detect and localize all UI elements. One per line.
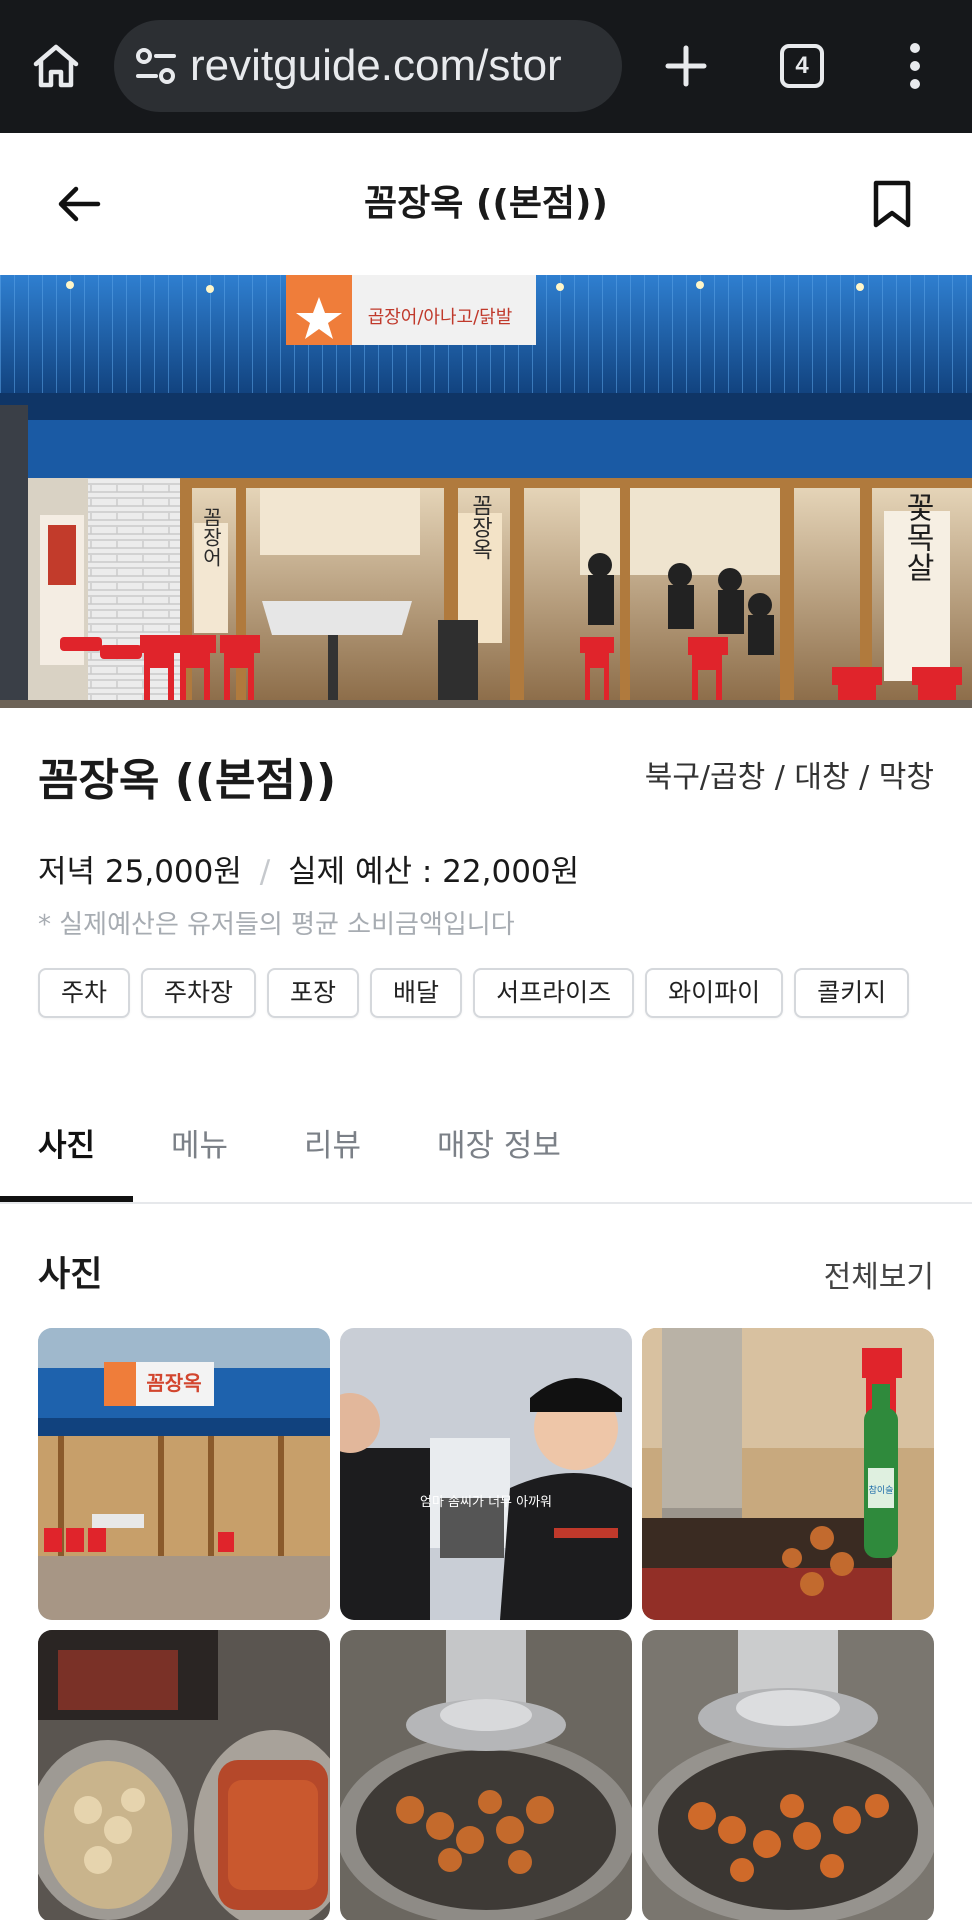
- tab-count: 4: [795, 52, 809, 79]
- section-tabs: 사진 메뉴 리뷰 매장 정보: [0, 1104, 972, 1204]
- store-name: 꼼장옥 ((본점)): [38, 755, 337, 806]
- photo-thumbnail[interactable]: 참이슬: [642, 1328, 934, 1620]
- photo-thumbnail[interactable]: [340, 1630, 632, 1920]
- address-bar[interactable]: revitguide.com/stor: [114, 20, 622, 112]
- price-info: 저녁 25,000원 / 실제 예산 : 22,000원: [38, 846, 579, 891]
- door-text-center: 꼼장옥: [468, 494, 493, 560]
- price-separator: /: [259, 854, 271, 890]
- tag-corkage[interactable]: 콜키지: [794, 968, 910, 1018]
- tag-surprise[interactable]: 서프라이즈: [473, 968, 635, 1018]
- door-text-right: 꽃목살: [900, 492, 935, 582]
- budget-value: 22,000원: [442, 854, 580, 890]
- tab-photos[interactable]: 사진: [38, 1104, 95, 1204]
- photo-thumbnail[interactable]: [38, 1630, 330, 1920]
- thumb-caption: 엄마 솜씨가 너무 아까워: [420, 1495, 552, 1510]
- photos-section-title: 사진: [38, 1255, 103, 1295]
- budget-note: * 실제예산은 유저들의 평균 소비금액입니다: [38, 910, 515, 940]
- photo-thumbnail[interactable]: [642, 1630, 934, 1920]
- thumb-sign-text: 꼼장옥: [146, 1371, 201, 1395]
- tag-parking[interactable]: 주차: [38, 968, 131, 1018]
- app-header: 꼼장옥 ((본점)): [0, 133, 972, 275]
- more-vert-icon[interactable]: [904, 40, 926, 92]
- view-all-link[interactable]: 전체보기: [824, 1252, 934, 1296]
- tab-reviews[interactable]: 리뷰: [304, 1104, 361, 1204]
- soju-label: 참이슬: [869, 1485, 894, 1496]
- feature-tags: 주차 주차장 포장 배달 서프라이즈 와이파이 콜키지: [38, 968, 910, 1018]
- store-hero-image: 곱장어/아나고/닭발 꼼장어 꼼장옥 꽃목살: [0, 275, 972, 708]
- tag-wifi[interactable]: 와이파이: [645, 968, 784, 1018]
- tab-switcher-icon[interactable]: 4: [780, 44, 824, 88]
- active-tab-indicator: [0, 1196, 133, 1202]
- back-arrow-icon[interactable]: [56, 181, 102, 227]
- home-icon[interactable]: [30, 40, 82, 92]
- tag-takeout[interactable]: 포장: [267, 968, 360, 1018]
- photo-thumbnail[interactable]: 꼼장옥: [38, 1328, 330, 1620]
- tab-store-info[interactable]: 매장 정보: [437, 1104, 561, 1204]
- browser-toolbar: revitguide.com/stor 4: [0, 0, 972, 133]
- door-text-left: 꼼장어: [199, 507, 223, 567]
- tab-menu[interactable]: 메뉴: [171, 1104, 228, 1204]
- bookmark-icon[interactable]: [872, 179, 912, 229]
- store-category: 북구/곱창 / 대창 / 막창: [644, 760, 934, 795]
- price-label: 저녁: [38, 854, 96, 890]
- storefront-illustration: 곱장어/아나고/닭발 꼼장어 꼼장옥 꽃목살: [0, 275, 972, 708]
- tag-delivery[interactable]: 배달: [370, 968, 463, 1018]
- page-title: 꼼장옥 ((본점)): [364, 183, 608, 224]
- price-value: 25,000원: [104, 854, 242, 890]
- photo-thumbnail[interactable]: 엄마 솜씨가 너무 아까워: [340, 1328, 632, 1620]
- site-settings-icon[interactable]: [134, 46, 178, 86]
- hero-sign-text: 곱장어/아나고/닭발: [368, 307, 513, 328]
- tag-parking-lot[interactable]: 주차장: [141, 968, 257, 1018]
- new-tab-icon[interactable]: [660, 40, 712, 92]
- budget-label: 실제 예산 :: [288, 854, 433, 890]
- url-text[interactable]: revitguide.com/stor: [190, 20, 562, 112]
